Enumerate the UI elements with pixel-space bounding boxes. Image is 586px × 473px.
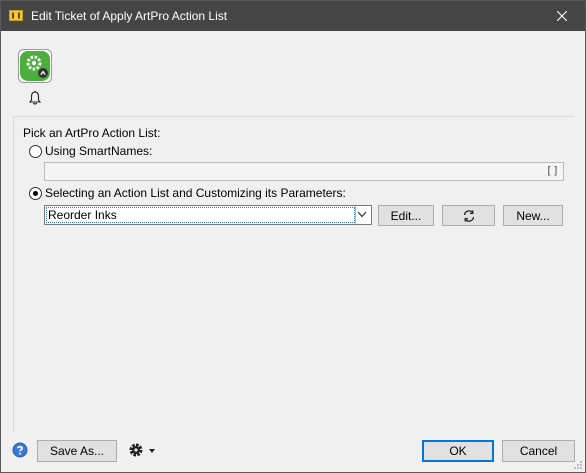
gear-icon [129, 443, 143, 457]
help-icon[interactable] [12, 442, 28, 458]
save-as-button[interactable]: Save As... [37, 440, 117, 462]
action-list-value: Reorder Inks [48, 208, 117, 222]
action-list-select[interactable]: Reorder Inks [44, 205, 372, 225]
refresh-button[interactable] [442, 205, 495, 226]
selecting-label[interactable]: Selecting an Action List and Customizing… [45, 186, 346, 200]
smartnames-picker-icon[interactable]: [] [546, 164, 559, 177]
refresh-icon [463, 209, 474, 222]
close-icon [557, 11, 567, 21]
window-title: Edit Ticket of Apply ArtPro Action List [31, 9, 228, 23]
new-button[interactable]: New... [503, 205, 563, 226]
edit-button[interactable]: Edit... [378, 205, 434, 226]
chevron-down-icon [149, 449, 155, 453]
action-list-gear-icon [18, 49, 52, 83]
resize-grip-icon[interactable] [573, 460, 583, 470]
action-list-heading: Pick an ArtPro Action List: [23, 126, 161, 140]
smartnames-field[interactable]: [] [44, 162, 564, 181]
close-button[interactable] [539, 1, 585, 31]
selecting-radio[interactable] [29, 187, 42, 200]
chevron-down-icon [357, 211, 367, 218]
smartnames-label[interactable]: Using SmartNames: [45, 144, 152, 158]
title-bar[interactable]: Edit Ticket of Apply ArtPro Action List [1, 1, 585, 31]
settings-menu-button[interactable] [128, 442, 158, 458]
smartnames-radio[interactable] [29, 145, 42, 158]
ticket-icon [9, 10, 23, 21]
bell-icon[interactable] [27, 90, 43, 106]
cancel-button[interactable]: Cancel [502, 440, 575, 462]
dialog-window: Edit Ticket of Apply ArtPro Action List … [0, 0, 586, 473]
ok-button[interactable]: OK [422, 440, 494, 462]
select-divider [355, 206, 356, 224]
